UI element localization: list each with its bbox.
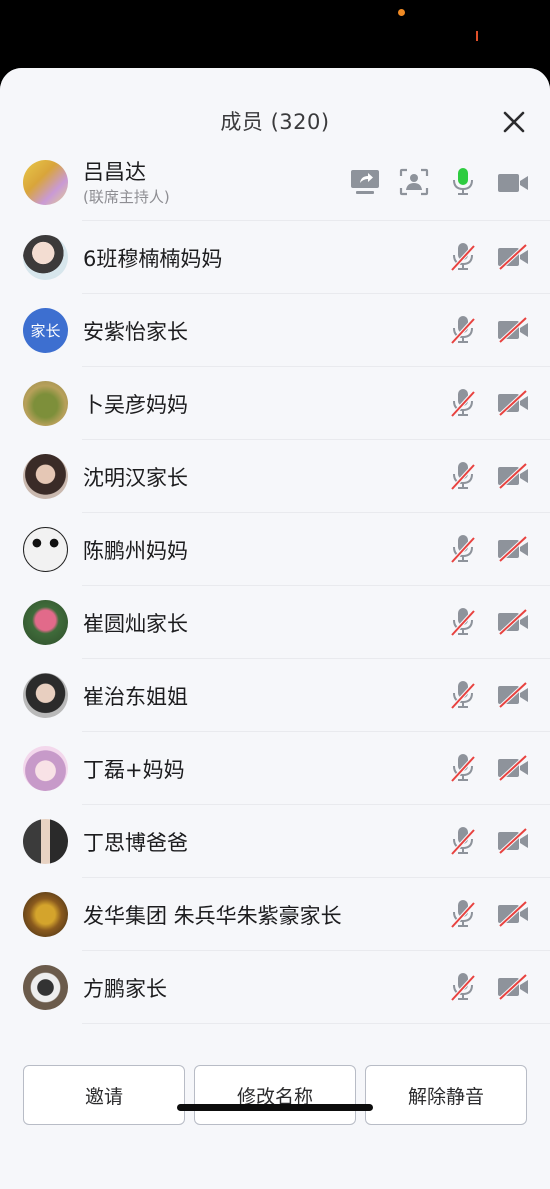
invite-button[interactable]: 邀请 [23,1065,185,1125]
mic-muted-icon[interactable] [449,315,477,345]
member-name: 崔治东姐姐 [83,685,188,709]
camera-off-icon[interactable] [497,536,529,562]
member-row[interactable]: 卜吴彦妈妈 [0,367,550,440]
camera-off-icon[interactable] [497,901,529,927]
unmute-button[interactable]: 解除静音 [365,1065,527,1125]
status-indicator [476,31,478,41]
member-role: (联席主持人) [83,188,170,206]
member-name: 沈明汉家长 [83,466,188,490]
mic-muted-icon[interactable] [449,242,477,272]
camera-off-icon[interactable] [497,755,529,781]
members-sheet: 成员 (320) 吕昌达 (联席主持人) 6班穆楠楠妈妈 家长 安紫怡家长 卜吴… [0,68,550,1189]
avatar-text: 家长 [30,322,61,340]
avatar [23,160,68,205]
member-row[interactable]: 家长 安紫怡家长 [0,294,550,367]
mic-on-icon[interactable] [449,167,477,197]
avatar [23,965,68,1010]
mic-muted-icon[interactable] [449,461,477,491]
member-row[interactable]: 崔治东姐姐 [0,659,550,732]
member-name: 6班穆楠楠妈妈 [83,247,223,271]
avatar [23,892,68,937]
member-row[interactable]: 发华集团 朱兵华朱紫豪家长 [0,878,550,951]
row-divider [82,1023,550,1024]
member-name: 卜吴彦妈妈 [83,393,188,417]
member-list[interactable]: 吕昌达 (联席主持人) 6班穆楠楠妈妈 家长 安紫怡家长 卜吴彦妈妈 沈明汉家长… [0,148,550,1050]
member-name: 吕昌达 [83,160,146,184]
camera-off-icon[interactable] [497,463,529,489]
member-row[interactable]: 崔圆灿家长 [0,586,550,659]
mic-muted-icon[interactable] [449,607,477,637]
avatar [23,381,68,426]
member-name: 安紫怡家长 [83,320,188,344]
member-row[interactable]: 6班穆楠楠妈妈 [0,221,550,294]
close-icon[interactable] [500,108,528,136]
member-name: 陈鹏州妈妈 [83,539,188,563]
screen-share-icon[interactable] [350,169,380,195]
camera-off-icon[interactable] [497,682,529,708]
member-row[interactable]: 丁思博爸爸 [0,805,550,878]
avatar [23,673,68,718]
mic-muted-icon[interactable] [449,826,477,856]
camera-off-icon[interactable] [497,390,529,416]
footer-bar: 邀请 修改名称 解除静音 [0,1050,550,1189]
camera-off-icon[interactable] [497,244,529,270]
camera-off-icon[interactable] [497,609,529,635]
mic-muted-icon[interactable] [449,753,477,783]
avatar [23,746,68,791]
member-row[interactable]: 陈鹏州妈妈 [0,513,550,586]
avatar: 家长 [23,308,68,353]
status-dot [398,9,405,16]
mic-muted-icon[interactable] [449,972,477,1002]
mic-muted-icon[interactable] [449,899,477,929]
page-title: 成员 (320) [220,110,330,134]
camera-off-icon[interactable] [497,974,529,1000]
camera-off-icon[interactable] [497,828,529,854]
member-row[interactable]: 方鹏家长 [0,951,550,1024]
mic-muted-icon[interactable] [449,680,477,710]
member-name: 丁思博爸爸 [83,831,188,855]
member-name: 丁磊+妈妈 [83,758,185,782]
spotlight-icon[interactable] [399,168,429,196]
avatar [23,527,68,572]
member-name: 崔圆灿家长 [83,612,188,636]
home-indicator [177,1104,373,1111]
member-row-host[interactable]: 吕昌达 (联席主持人) [0,148,550,221]
avatar [23,600,68,645]
camera-on-icon[interactable] [497,170,529,196]
member-row[interactable]: 丁磊+妈妈 [0,732,550,805]
rename-button[interactable]: 修改名称 [194,1065,356,1125]
avatar [23,819,68,864]
member-row[interactable]: 沈明汉家长 [0,440,550,513]
avatar [23,454,68,499]
mic-muted-icon[interactable] [449,534,477,564]
mic-muted-icon[interactable] [449,388,477,418]
sheet-header: 成员 (320) [0,68,550,148]
avatar [23,235,68,280]
camera-off-icon[interactable] [497,317,529,343]
member-name: 发华集团 朱兵华朱紫豪家长 [83,904,342,928]
member-name: 方鹏家长 [83,977,167,1001]
